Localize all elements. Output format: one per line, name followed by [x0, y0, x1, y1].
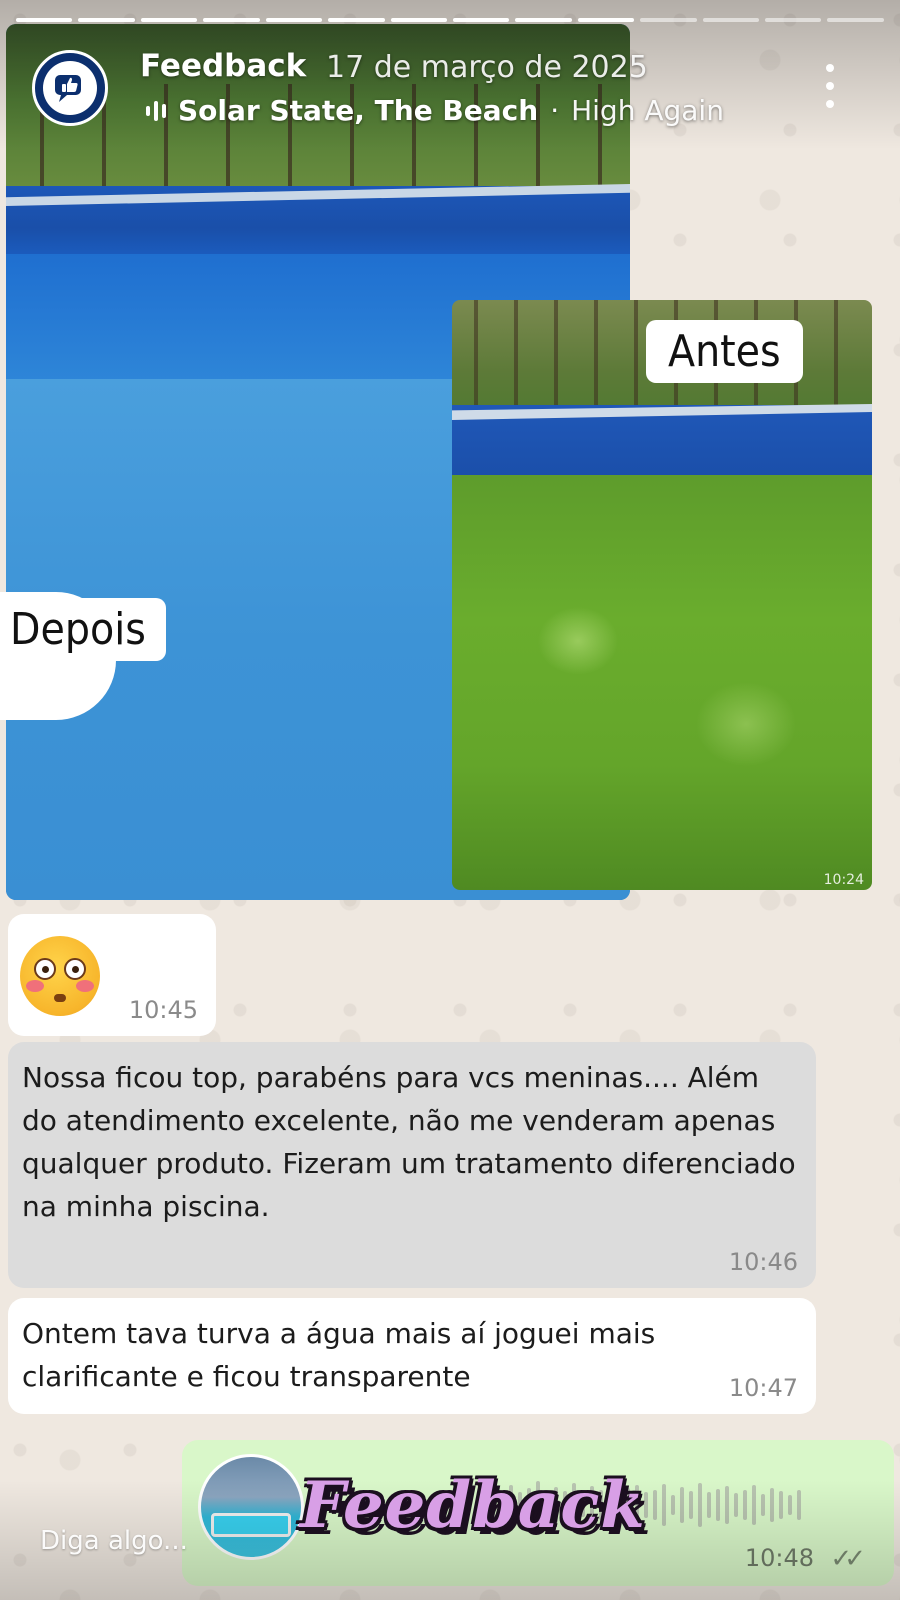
- waveform-bar: [797, 1490, 801, 1520]
- waveform-bar: [707, 1492, 711, 1518]
- more-vertical-icon[interactable]: [820, 64, 840, 108]
- waveform-bar: [770, 1488, 774, 1522]
- message-time: 10:47: [728, 1374, 798, 1402]
- waveform-bar: [779, 1491, 783, 1519]
- before-label: Antes: [646, 320, 803, 383]
- emoji-message[interactable]: 10:45: [8, 914, 216, 1036]
- thumbs-up-chat-icon: [55, 75, 81, 102]
- waveform-bar: [761, 1494, 765, 1516]
- waveform-bar: [698, 1483, 702, 1527]
- read-receipt-icon: ✓✓: [830, 1544, 865, 1574]
- waveform-bar: [653, 1490, 657, 1520]
- reply-input[interactable]: Diga algo...: [40, 1526, 188, 1556]
- text-message[interactable]: Nossa ficou top, parabéns para vcs menin…: [8, 1042, 816, 1288]
- progress-segment: [640, 18, 697, 22]
- progress-segment: [452, 18, 510, 22]
- waveform-bar: [743, 1490, 747, 1520]
- waveform-bar: [734, 1493, 738, 1517]
- story-date: 17 de março de 2025: [326, 50, 648, 85]
- progress-segment: [78, 18, 135, 22]
- waveform-bar: [716, 1489, 720, 1521]
- progress-segment: [390, 18, 447, 22]
- progress-segment: [827, 18, 884, 22]
- progress-segment: [140, 18, 198, 22]
- pool-before-photo[interactable]: 10:24: [452, 300, 872, 890]
- story-header: Feedback 17 de março de 2025 Solar State…: [0, 44, 900, 134]
- message-text: Ontem tava turva a água mais aí joguei m…: [22, 1317, 656, 1393]
- profile-avatar[interactable]: [32, 50, 108, 126]
- artist-name: High Again: [571, 94, 724, 127]
- waveform-bar: [752, 1485, 756, 1525]
- waveform-bar: [788, 1495, 792, 1515]
- music-info[interactable]: Solar State, The Beach · High Again: [146, 94, 724, 127]
- flushed-face-icon: [20, 936, 100, 1016]
- progress-segment: [16, 18, 73, 22]
- after-label: Depois: [0, 598, 166, 661]
- image-timestamp: 10:24: [823, 872, 864, 888]
- progress-segment: [577, 18, 635, 22]
- audio-sender-avatar: [198, 1454, 304, 1560]
- progress-segment: [702, 18, 760, 22]
- story-progress-bar: [16, 18, 884, 22]
- waveform-bar: [671, 1495, 675, 1515]
- waveform-bar: [689, 1491, 693, 1519]
- message-text: Nossa ficou top, parabéns para vcs menin…: [22, 1061, 796, 1223]
- message-time: 10:46: [728, 1248, 798, 1276]
- feedback-sticker[interactable]: Feedback: [300, 1468, 646, 1543]
- waveform-bar: [725, 1486, 729, 1524]
- waveform-bar: [680, 1487, 684, 1523]
- text-message[interactable]: Ontem tava turva a água mais aí joguei m…: [8, 1298, 816, 1414]
- story-author[interactable]: Feedback: [140, 48, 306, 84]
- progress-segment: [328, 18, 385, 22]
- progress-segment: [515, 18, 572, 22]
- message-time: 10:45: [128, 996, 198, 1024]
- progress-segment: [203, 18, 260, 22]
- song-title: Solar State, The Beach: [178, 94, 539, 127]
- message-time: 10:48: [744, 1544, 814, 1572]
- waveform-bar: [662, 1484, 666, 1526]
- music-equalizer-icon: [146, 99, 166, 123]
- progress-segment: [765, 18, 822, 22]
- separator: ·: [550, 94, 560, 127]
- progress-segment: [265, 18, 323, 22]
